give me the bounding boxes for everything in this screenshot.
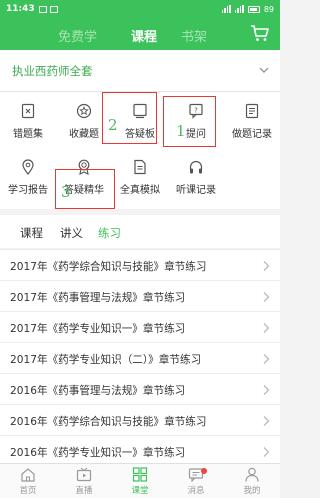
chevron-right-icon bbox=[263, 385, 270, 395]
bottom-nav-messages[interactable]: 消息 bbox=[168, 467, 224, 496]
bottom-nav-label: 直播 bbox=[75, 486, 93, 496]
content-tabs: 课程 讲义 练习 bbox=[0, 215, 280, 248]
wrong-questions-icon bbox=[21, 103, 35, 119]
chevron-right-icon bbox=[263, 261, 270, 271]
tab-handouts[interactable]: 讲义 bbox=[60, 225, 83, 241]
list-item[interactable]: 2017年《药学专业知识（二）》章节练习 bbox=[0, 342, 280, 373]
tab-free-study[interactable]: 免费学 bbox=[58, 26, 97, 45]
chevron-right-icon bbox=[263, 416, 270, 426]
grid-item-wrong-questions[interactable]: 错题集 bbox=[0, 103, 56, 151]
tab-exercises[interactable]: 练习 bbox=[98, 225, 121, 241]
bottom-nav-home[interactable]: 首页 bbox=[0, 467, 56, 496]
category-selector[interactable]: 执业西药师全套 bbox=[0, 50, 280, 92]
annotation-number-1: 1 bbox=[176, 122, 186, 140]
profile-icon bbox=[245, 467, 259, 482]
practice-record-icon bbox=[245, 103, 259, 119]
signal-icon bbox=[234, 5, 244, 13]
grid-label: 做题记录 bbox=[232, 129, 272, 140]
list-item-title: 2017年《药学专业知识一》章节练习 bbox=[10, 323, 186, 335]
chevron-right-icon bbox=[263, 292, 270, 302]
list-item[interactable]: 2017年《药学综合知识与技能》章节练习 bbox=[0, 249, 280, 280]
top-nav: 免费学 课程 书架 bbox=[0, 18, 280, 50]
grid-label: 错题集 bbox=[13, 129, 43, 140]
location-pin-icon bbox=[22, 159, 34, 175]
status-bar: 11:43 89 bbox=[0, 0, 280, 18]
chevron-right-icon bbox=[263, 354, 270, 364]
bottom-nav-label: 课堂 bbox=[131, 486, 149, 496]
live-tv-icon bbox=[76, 467, 92, 482]
list-item-title: 2017年《药学综合知识与技能》章节练习 bbox=[10, 261, 207, 273]
star-icon bbox=[76, 103, 92, 119]
bottom-nav-profile[interactable]: 我的 bbox=[224, 467, 280, 496]
grid-label: 学习报告 bbox=[8, 185, 48, 196]
chevron-right-icon bbox=[263, 447, 270, 457]
list-item-title: 2017年《药事管理与法规》章节练习 bbox=[10, 292, 186, 304]
list-item-title: 2016年《药事管理与法规》章节练习 bbox=[10, 385, 186, 397]
headphones-icon bbox=[189, 160, 203, 174]
grid-label: 听课记录 bbox=[176, 185, 216, 196]
list-item-title: 2016年《药学综合知识与技能》章节练习 bbox=[10, 416, 207, 428]
chevron-right-icon bbox=[263, 323, 270, 333]
battery-icon bbox=[247, 5, 260, 13]
status-time: 11:43 bbox=[6, 4, 35, 14]
bottom-nav-live[interactable]: 直播 bbox=[56, 467, 112, 496]
cart-icon[interactable] bbox=[250, 24, 270, 42]
home-icon bbox=[21, 468, 35, 482]
bottom-nav-label: 消息 bbox=[187, 486, 205, 496]
message-notification-icon bbox=[38, 5, 47, 13]
grid-label: 全真模拟 bbox=[120, 185, 160, 196]
function-grid: 错题集 收藏题 答疑板 ? 提问 做题记录 学习报告 答疑精华 全真模拟 听课记… bbox=[0, 92, 280, 209]
category-title: 执业西药师全套 bbox=[12, 64, 93, 78]
bottom-nav-label: 我的 bbox=[243, 486, 261, 496]
list-item-title: 2017年《药学专业知识（二）》章节练习 bbox=[10, 354, 202, 366]
grid-item-mock-exam[interactable]: 全真模拟 bbox=[112, 159, 168, 207]
annotation-box-ask-question bbox=[163, 96, 216, 147]
unread-badge bbox=[201, 468, 207, 474]
list-item[interactable]: 2016年《药学综合知识与技能》章节练习 bbox=[0, 404, 280, 435]
tab-course[interactable]: 课程 bbox=[131, 26, 157, 45]
exercise-list: 2017年《药学综合知识与技能》章节练习 2017年《药事管理与法规》章节练习 … bbox=[0, 249, 280, 466]
list-item[interactable]: 2016年《药事管理与法规》章节练习 bbox=[0, 373, 280, 404]
grid-item-practice-record[interactable]: 做题记录 bbox=[224, 103, 280, 151]
grid-item-study-report[interactable]: 学习报告 bbox=[0, 159, 56, 207]
grid-item-listening-record[interactable]: 听课记录 bbox=[168, 159, 224, 207]
notification-icons bbox=[38, 5, 58, 13]
chevron-down-icon bbox=[259, 67, 269, 73]
tab-courses[interactable]: 课程 bbox=[20, 225, 43, 241]
list-item[interactable]: 2017年《药学专业知识一》章节练习 bbox=[0, 311, 280, 342]
signal-icon bbox=[221, 5, 231, 13]
annotation-number-2: 2 bbox=[108, 116, 118, 134]
mail-notification-icon bbox=[49, 5, 58, 13]
bottom-nav-label: 首页 bbox=[19, 486, 37, 496]
bottom-nav-classroom[interactable]: 课堂 bbox=[112, 467, 168, 496]
list-item[interactable]: 2017年《药事管理与法规》章节练习 bbox=[0, 280, 280, 311]
battery-level: 89 bbox=[263, 4, 274, 14]
annotation-number-3: 3 bbox=[61, 183, 71, 201]
classroom-grid-icon bbox=[132, 467, 148, 482]
list-item-title: 2016年《药学专业知识一》章节练习 bbox=[10, 447, 186, 459]
list-item[interactable]: 2016年《药学专业知识一》章节练习 bbox=[0, 435, 280, 466]
bottom-nav: 首页 直播 课堂 消息 我的 bbox=[0, 463, 280, 498]
tab-bookshelf[interactable]: 书架 bbox=[181, 26, 207, 45]
document-icon bbox=[134, 159, 146, 175]
